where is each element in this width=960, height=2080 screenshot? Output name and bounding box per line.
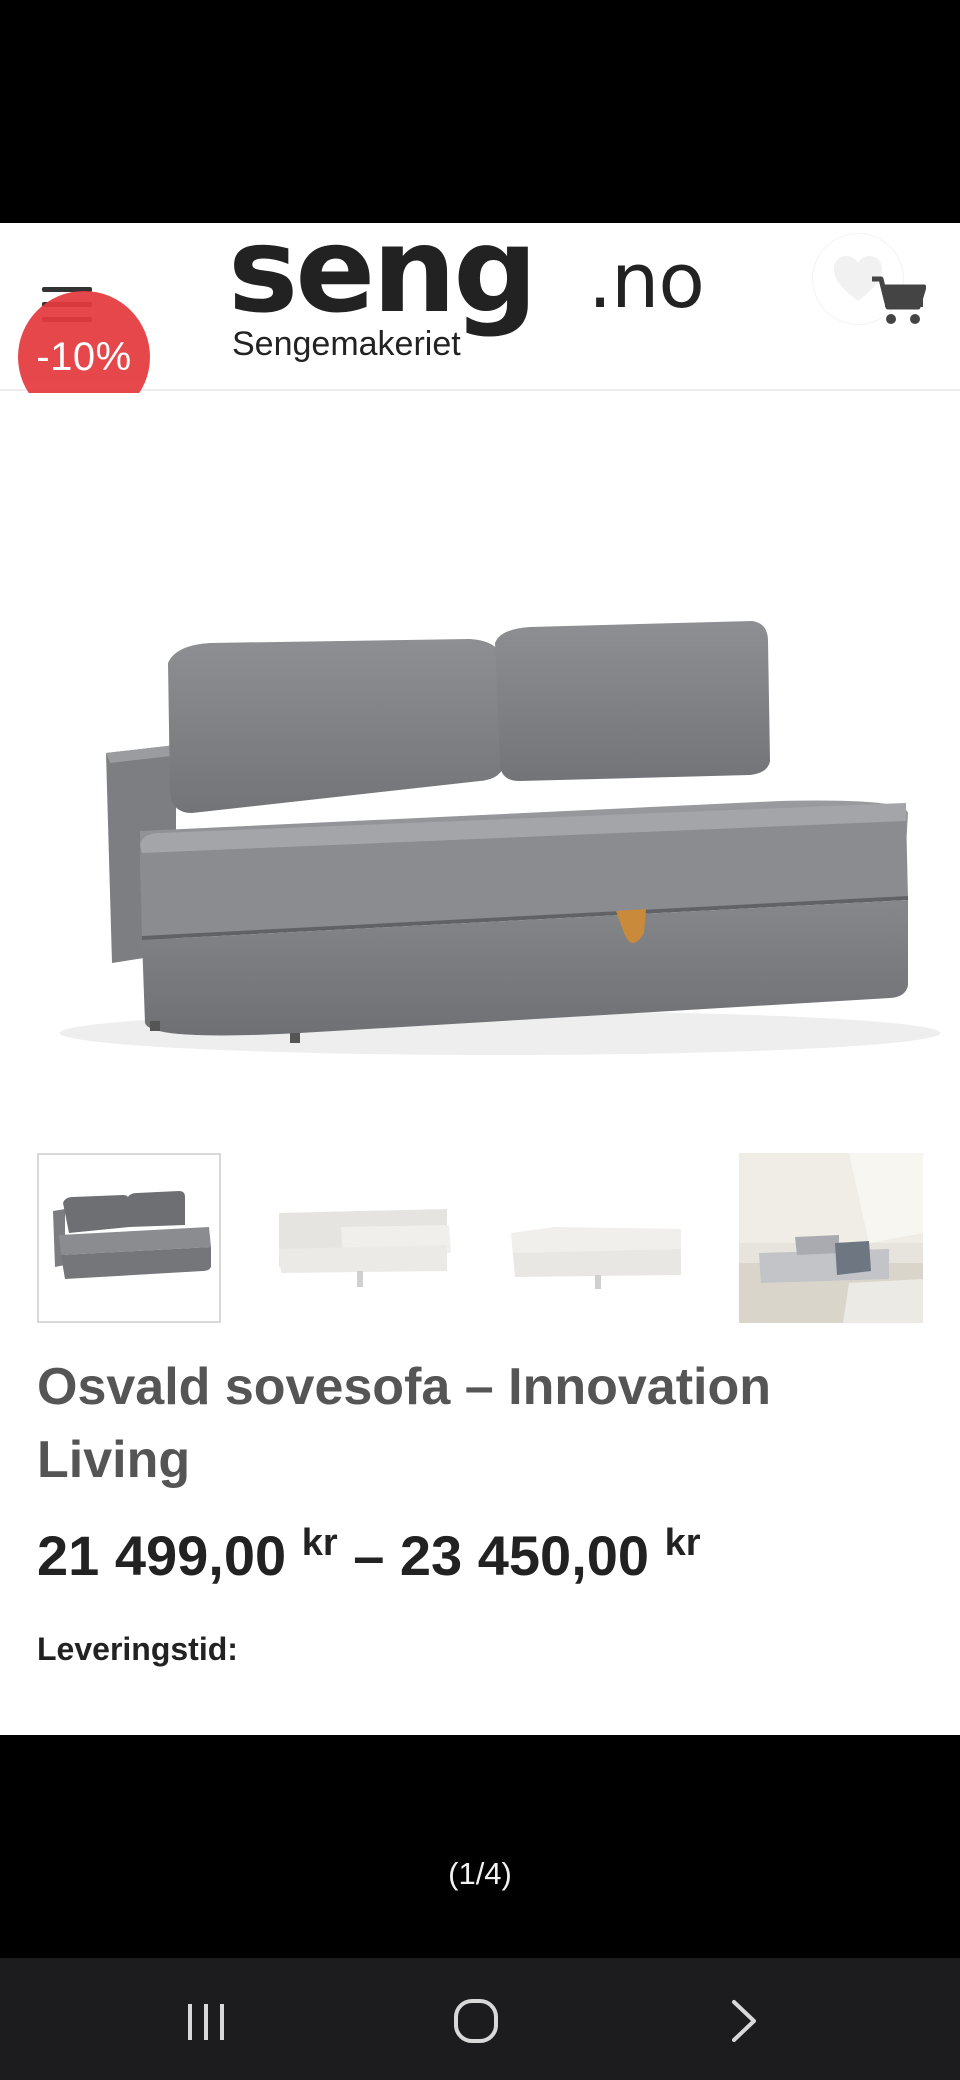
price-from: 21 499,00 [37,1524,287,1587]
product-page: seng .no Sengemakeriet -10% Osvald soves… [0,223,960,1735]
system-nav-bar [0,1958,960,2080]
beige-sofa-bed-open-thumbnail[interactable] [271,1153,455,1323]
delivery-time-label: Leveringstid: [37,1631,238,1667]
product-title: Osvald sovesofa – Innovation Living [37,1358,771,1489]
price-to: 23 450,00 [399,1524,650,1587]
product-price-range: 21 499,00 kr – 23 450,00 kr [37,1522,937,1588]
price-from-currency: kr [301,1522,338,1564]
back-icon[interactable] [714,1994,774,2048]
shopping-cart-icon[interactable] [870,275,927,327]
living-room-sofa-thumbnail[interactable] [739,1153,923,1323]
image-counter: (1/4) [448,1856,512,1891]
price-separator: – [353,1524,385,1587]
beige-bed-flat-thumbnail[interactable] [505,1153,689,1323]
price-to-currency: kr [664,1522,701,1564]
site-header: seng .no Sengemakeriet -10% [0,223,960,423]
logo-main-text: seng [228,223,538,339]
logo-subtitle: Sengemakeriet [232,325,461,363]
home-icon[interactable] [446,1994,506,2048]
recent-apps-icon[interactable] [176,1994,236,2048]
grey-sofa-thumbnail[interactable] [37,1153,221,1323]
thumbnail-strip [37,1153,923,1325]
screen: seng .no Sengemakeriet -10% Osvald soves… [0,0,960,2080]
logo-tld-text: .no [588,236,705,325]
grey-sofa-bed-image[interactable] [0,393,960,1193]
site-logo[interactable]: seng .no Sengemakeriet [228,223,748,383]
